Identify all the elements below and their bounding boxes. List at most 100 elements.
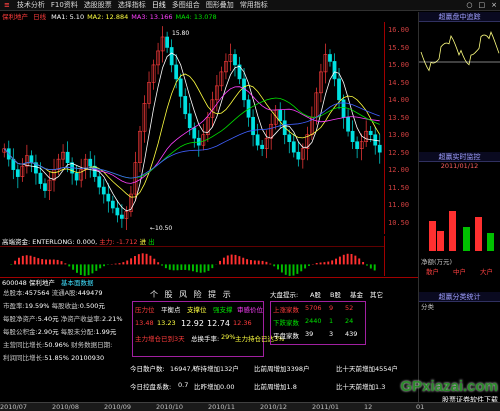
f10-panel: 总股本:457564 流通A股:449479 市盈率:19.59% 每股收益:0.… [0,287,418,402]
market-hint-label: 大盘提示: [270,291,299,299]
indicator-bar [18,257,20,265]
candle-body [368,130,373,136]
indicator-bar [203,264,206,273]
price-tick: 15.50 [388,43,410,52]
indicator-bar [157,262,160,265]
candle-body [106,193,111,202]
window-minimize-icon[interactable]: ○ [463,0,475,11]
indicator-bar [48,259,51,265]
fund-bar [475,217,482,251]
indicator-bar [188,264,191,271]
candle-body [192,127,197,139]
risk-title: 个 股 风 险 提 示 [150,290,233,299]
ma-legend-item: MA2: 12.884 [87,13,129,21]
flat-count-fund: 439 [345,330,358,338]
indicator-bar [273,264,276,267]
control-label: 今日控盘系数: [130,383,172,391]
fundamental-label-2: 流通A股: [49,289,78,297]
indicator-bar [21,255,24,265]
timeline-label: 2010/08 [52,403,80,411]
indicator-bar [369,264,372,269]
window-maximize-icon[interactable]: □ [476,0,489,11]
candle-body [178,78,183,97]
inflow-label: 主力增仓已到3天 [135,335,185,343]
indicator-bar [195,264,198,273]
fundamental-label-2: 每股未分配: [58,328,96,336]
menu-item-f10[interactable]: F10资料 [48,0,81,11]
indicator-title: 高端资金: ENTERLONG: 0.000, 主力: -1.712 进 出 [2,236,384,246]
high-price-label: 15.80 [172,30,189,37]
indicator-bar [99,264,102,269]
indicator-bar [87,264,90,276]
indicator-bar [304,264,307,269]
candle-body [183,96,188,115]
indicator-bar [37,258,40,265]
indicator-in-label: 进 [139,238,147,246]
candle-body [260,144,265,149]
indicator-bar [95,264,98,271]
ma-legend-item: MA4: 13.078 [175,13,217,21]
candle-body [233,54,237,66]
indicator-bar [52,259,55,265]
fundamental-value-2: 449479 [77,289,103,297]
stock-code[interactable]: 600048 [2,279,27,287]
candle-body [74,172,79,181]
market-tab-b[interactable]: B股 [330,289,341,299]
timeline-label: 2010/09 [104,403,132,411]
up-count-a: 5706 [305,304,322,312]
chart-title: 保利地产 日线 MA1: 5.10 MA2: 12.884 MA3: 13.166 M… [2,12,384,22]
menu-item-select-stock[interactable]: 选股股票 [81,0,115,11]
indicator-bar [222,257,225,265]
stock-name-label: 保利地产 [28,279,55,287]
candle-body [296,151,301,160]
price-tick: 13.00 [388,131,410,139]
ma-legend-item: MA1: 5.10 [51,13,85,21]
indicator-bar [45,259,47,265]
price-tick: 12.50 [388,148,410,157]
indicator-bar [72,264,75,270]
menu-item-select-indicator[interactable]: 选择指标 [115,0,149,11]
menu-logo-icon[interactable]: ≡ [0,1,14,9]
menu-item-overlay[interactable]: 图形叠加 [203,0,237,11]
fundamental-label-2: 财务数据日期: [69,341,113,349]
price-tick: 13.50 [388,113,410,122]
indicator-bar [226,255,229,265]
classification-title: 超赢分类统计 [419,292,500,302]
indicator-name: 高端资金: ENTERLONG: 0.000, [2,238,98,246]
control-value: 0.7 [178,381,189,389]
candlestick-chart[interactable]: 15.80 ←10.50 [0,22,384,234]
candle-body [43,183,47,191]
menu-item-tech-analysis[interactable]: 技术分析 [14,0,48,11]
indicator-bar [153,258,156,265]
indicator-bar [29,255,32,265]
indicator-bar [257,260,260,265]
indicator-bar [134,256,136,265]
indicator-bar [234,254,237,265]
fundamental-value: 457564 [24,289,50,297]
timeline-label: 2010/10 [156,403,184,411]
candle-body [97,176,102,188]
indicator-bar [296,264,299,274]
window-close-icon[interactable]: × [488,0,500,11]
indicator-bar [56,259,59,265]
price-tick: 12.00 [388,166,410,174]
watermark-site: GPxiazai.com [400,378,498,395]
indicator-chart[interactable] [0,246,384,276]
market-tab-a[interactable]: A股 [310,289,321,299]
moving-average-line [3,97,380,179]
classification-label: 分类 [421,303,434,311]
candle-body [165,36,170,48]
fundamental-label-2: 净资产收益率: [58,315,102,323]
indicator-bar [60,261,63,265]
candle-body [88,158,93,167]
fundamental-tab[interactable]: 基本面数据 [61,279,94,287]
menu-item-common-indicator[interactable]: 常用指标 [237,0,271,11]
indicator-bar [126,260,129,265]
menu-item-daily[interactable]: 日线 [149,0,169,11]
market-tab-fund[interactable]: 基金 [350,289,363,299]
candle-body [15,169,20,177]
menu-item-multi-chart[interactable]: 多图组合 [169,0,203,11]
retail-count-week: 比前周增加3398户 [254,365,310,373]
indicator-bar [103,264,105,267]
market-tab-other[interactable]: 其它 [370,289,383,299]
